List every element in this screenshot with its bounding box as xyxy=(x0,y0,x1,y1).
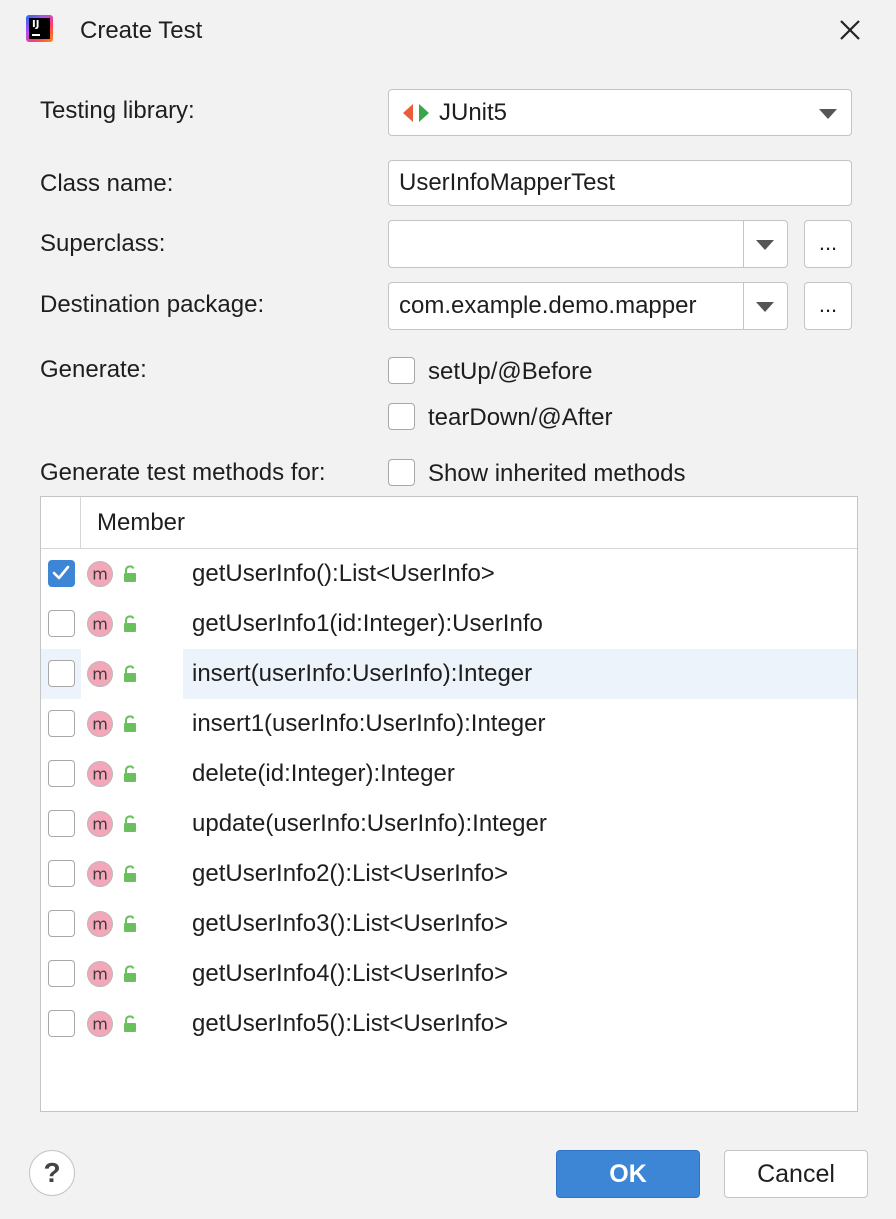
class-name-input[interactable]: UserInfoMapperTest xyxy=(388,160,852,206)
destination-browse-button[interactable]: ... xyxy=(804,282,852,330)
member-signature: update(userInfo:UserInfo):Integer xyxy=(192,810,547,837)
svg-text:m: m xyxy=(92,715,108,734)
intellij-icon: IJ xyxy=(26,15,53,42)
public-lock-icon xyxy=(124,1015,136,1032)
table-row[interactable]: m getUserInfo1(id:Integer):UserInfo xyxy=(41,599,857,649)
member-signature: insert(userInfo:UserInfo):Integer xyxy=(192,660,533,687)
table-row[interactable]: m getUserInfo3():List<UserInfo> xyxy=(41,899,857,949)
public-lock-icon xyxy=(124,565,136,582)
row-checkbox[interactable] xyxy=(48,810,75,837)
testing-library-value: JUnit5 xyxy=(439,98,508,126)
method-icon: m xyxy=(87,661,113,687)
svg-text:m: m xyxy=(92,765,108,784)
public-lock-icon xyxy=(124,965,136,982)
member-signature: getUserInfo5():List<UserInfo> xyxy=(192,1010,509,1037)
svg-text:m: m xyxy=(92,665,108,684)
svg-text:m: m xyxy=(92,965,108,984)
method-icon: m xyxy=(87,711,113,737)
member-signature: getUserInfo4():List<UserInfo> xyxy=(192,960,509,987)
svg-text:m: m xyxy=(92,565,108,584)
row-checkbox[interactable] xyxy=(48,660,75,687)
superclass-browse-button[interactable]: ... xyxy=(804,220,852,268)
table-row[interactable]: m getUserInfo():List<UserInfo> xyxy=(41,549,857,599)
member-signature: delete(id:Integer):Integer xyxy=(192,760,455,787)
row-checkbox[interactable] xyxy=(48,960,75,987)
method-icon: m xyxy=(87,911,113,937)
member-signature: insert1(userInfo:UserInfo):Integer xyxy=(192,710,546,737)
destination-package-combo[interactable]: com.example.demo.mapper xyxy=(388,282,788,330)
chevron-down-icon[interactable] xyxy=(756,240,774,250)
cancel-button[interactable]: Cancel xyxy=(724,1150,868,1198)
public-lock-icon xyxy=(124,715,136,732)
junit-icon xyxy=(403,104,429,122)
row-checkbox[interactable] xyxy=(48,560,75,587)
method-icon: m xyxy=(87,611,113,637)
ok-button[interactable]: OK xyxy=(556,1150,700,1198)
public-lock-icon xyxy=(124,615,136,632)
row-checkbox[interactable] xyxy=(48,610,75,637)
help-button[interactable]: ? xyxy=(29,1150,75,1196)
table-row[interactable]: m delete(id:Integer):Integer xyxy=(41,749,857,799)
superclass-label: Superclass: xyxy=(40,230,166,257)
public-lock-icon xyxy=(124,765,136,782)
row-checkbox[interactable] xyxy=(48,860,75,887)
superclass-combo[interactable] xyxy=(388,220,788,268)
method-icon: m xyxy=(87,1011,113,1037)
member-signature: getUserInfo2():List<UserInfo> xyxy=(192,860,509,887)
members-table: Member m getUserInfo():List<UserInfo> m get… xyxy=(40,496,858,1112)
setup-checkbox[interactable] xyxy=(388,357,415,384)
show-inherited-label: Show inherited methods xyxy=(428,460,686,487)
public-lock-icon xyxy=(124,915,136,932)
generate-label: Generate: xyxy=(40,356,147,383)
row-checkbox[interactable] xyxy=(48,710,75,737)
chevron-down-icon[interactable] xyxy=(819,109,837,119)
show-inherited-checkbox[interactable] xyxy=(388,459,415,486)
row-checkbox[interactable] xyxy=(48,910,75,937)
method-icon: m xyxy=(87,761,113,787)
svg-text:m: m xyxy=(92,915,108,934)
dialog-title: Create Test xyxy=(80,17,203,44)
class-name-label: Class name: xyxy=(40,170,174,197)
class-name-value: UserInfoMapperTest xyxy=(399,169,616,196)
method-icon: m xyxy=(87,561,113,587)
checkmark-icon xyxy=(52,565,70,580)
member-signature: getUserInfo():List<UserInfo> xyxy=(192,560,495,587)
row-checkbox[interactable] xyxy=(48,1010,75,1037)
teardown-label: tearDown/@After xyxy=(428,404,613,431)
table-row[interactable]: m insert(userInfo:UserInfo):Integer xyxy=(41,649,857,699)
table-row[interactable]: m update(userInfo:UserInfo):Integer xyxy=(41,799,857,849)
destination-package-value: com.example.demo.mapper xyxy=(399,292,697,319)
member-signature: getUserInfo1(id:Integer):UserInfo xyxy=(192,610,543,637)
testing-library-label: Testing library: xyxy=(40,97,195,124)
public-lock-icon xyxy=(124,815,136,832)
svg-text:m: m xyxy=(92,1015,108,1034)
methods-for-label: Generate test methods for: xyxy=(40,459,326,486)
method-icon: m xyxy=(87,861,113,887)
close-icon[interactable] xyxy=(836,16,864,44)
svg-text:m: m xyxy=(92,815,108,834)
chevron-down-icon[interactable] xyxy=(756,302,774,312)
table-row[interactable]: m insert1(userInfo:UserInfo):Integer xyxy=(41,699,857,749)
svg-text:m: m xyxy=(92,865,108,884)
public-lock-icon xyxy=(124,865,136,882)
public-lock-icon xyxy=(124,665,136,682)
destination-package-label: Destination package: xyxy=(40,291,265,318)
teardown-checkbox[interactable] xyxy=(388,403,415,430)
table-header: Member xyxy=(41,497,857,549)
create-test-dialog: IJ Create Test Testing library: JUnit5 C… xyxy=(0,0,896,1219)
method-icon: m xyxy=(87,961,113,987)
title-bar: IJ Create Test xyxy=(0,0,896,62)
table-row[interactable]: m getUserInfo2():List<UserInfo> xyxy=(41,849,857,899)
method-icon: m xyxy=(87,811,113,837)
table-row[interactable]: m getUserInfo5():List<UserInfo> xyxy=(41,999,857,1049)
setup-label: setUp/@Before xyxy=(428,358,593,385)
member-signature: getUserInfo3():List<UserInfo> xyxy=(192,910,509,937)
table-row[interactable]: m getUserInfo4():List<UserInfo> xyxy=(41,949,857,999)
row-checkbox[interactable] xyxy=(48,760,75,787)
member-column-header[interactable]: Member xyxy=(97,509,185,537)
testing-library-select[interactable]: JUnit5 xyxy=(388,89,852,136)
svg-text:m: m xyxy=(92,615,108,634)
